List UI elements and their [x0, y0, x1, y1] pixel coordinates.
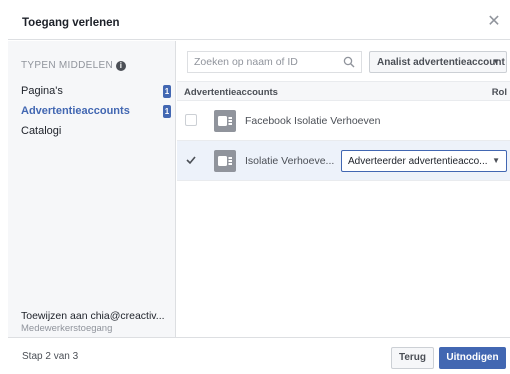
sidebar-item-catalogs[interactable]: Catalogi: [21, 123, 171, 141]
table-row[interactable]: Facebook Isolatie Verhoeven: [177, 101, 510, 141]
count-badge: 1: [163, 85, 171, 98]
info-icon[interactable]: i: [116, 60, 126, 71]
count-badge: 1: [163, 105, 171, 118]
sidebar-item-ad-accounts[interactable]: Advertentieaccounts 1: [21, 103, 171, 121]
row-checkbox[interactable]: [185, 114, 197, 126]
chevron-down-icon: ▼: [492, 57, 500, 66]
ad-account-name: Facebook Isolatie Verhoeven: [245, 115, 381, 127]
sidebar-item-pages[interactable]: Pagina's 1: [21, 83, 171, 101]
asset-types-heading-label: TYPEN MIDDELEN: [21, 60, 113, 71]
bulk-role-select-value: Analist advertentieaccount: [377, 57, 505, 68]
ad-account-name: Isolatie Verhoeve...: [245, 155, 335, 167]
chevron-down-icon: ▼: [492, 156, 500, 165]
table-header: Advertentieaccounts Rol: [177, 81, 510, 101]
access-dialog: Toegang verlenen ✕ TYPEN MIDDELEN i Pagi…: [8, 6, 510, 374]
search-box: [187, 51, 362, 73]
access-type: Medewerkerstoegang: [21, 323, 113, 334]
assign-to-user: Toewijzen aan chia@creactiv... Medewerke…: [21, 310, 171, 334]
ad-account-icon: [214, 110, 236, 132]
role-dropdown[interactable]: Adverteerder advertentieacco... ▼: [341, 150, 507, 172]
invite-button[interactable]: Uitnodigen: [439, 347, 506, 369]
dialog-title: Toegang verlenen: [22, 17, 120, 29]
sidebar-item-label: Advertentieaccounts: [21, 105, 130, 117]
sidebar-item-label: Catalogi: [21, 125, 62, 137]
role-dropdown-value: Adverteerder advertentieacco...: [348, 156, 488, 167]
column-header-role: Rol: [491, 87, 507, 98]
search-icon[interactable]: [343, 56, 355, 68]
table-row[interactable]: Isolatie Verhoeve... Adverteerder advert…: [177, 141, 510, 181]
bulk-role-select[interactable]: Analist advertentieaccount ▼: [369, 51, 507, 73]
step-indicator: Stap 2 van 3: [22, 351, 79, 362]
sidebar-item-label: Pagina's: [21, 85, 63, 97]
row-checkbox[interactable]: [185, 154, 197, 166]
accounts-panel: Analist advertentieaccount ▼ Advertentie…: [177, 41, 510, 337]
assign-target: Toewijzen aan chia@creactiv...: [21, 310, 165, 322]
dialog-footer: Stap 2 van 3 Terug Uitnodigen: [8, 337, 510, 374]
accounts-toolbar: Analist advertentieaccount ▼: [177, 41, 510, 81]
search-input[interactable]: [188, 52, 338, 72]
asset-types-heading: TYPEN MIDDELEN i: [21, 60, 126, 71]
checkmark-icon: [186, 156, 196, 165]
asset-types-sidebar: TYPEN MIDDELEN i Pagina's 1 Advertentiea…: [8, 41, 176, 337]
back-button[interactable]: Terug: [391, 347, 434, 369]
close-icon[interactable]: ✕: [486, 14, 502, 30]
dialog-header: Toegang verlenen ✕: [8, 6, 510, 40]
column-header-accounts: Advertentieaccounts: [184, 87, 278, 98]
ad-account-icon: [214, 150, 236, 172]
